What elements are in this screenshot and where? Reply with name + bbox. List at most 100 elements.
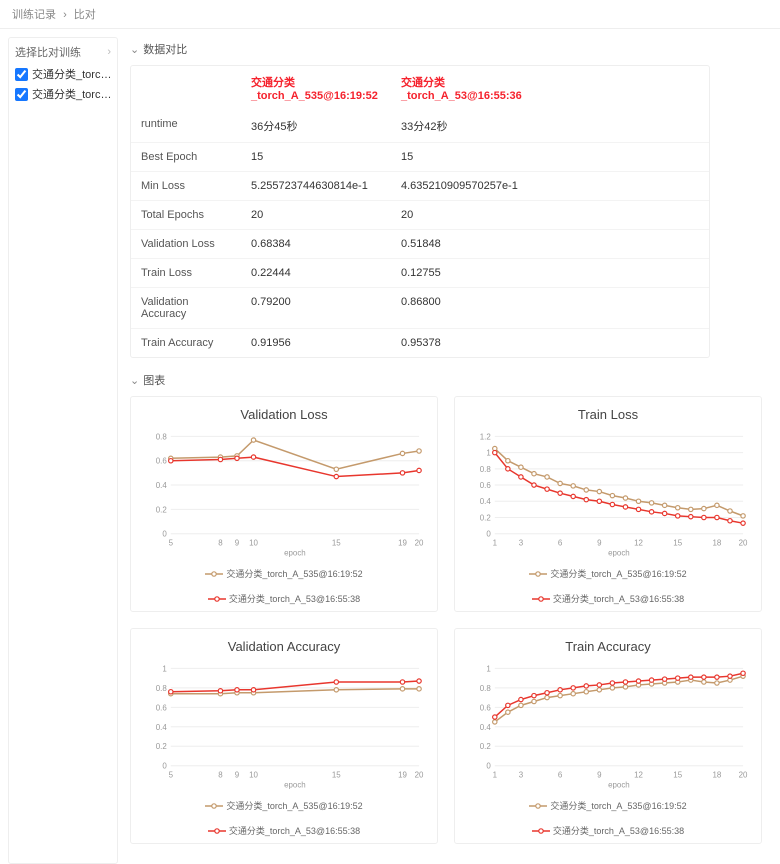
chart-card: Validation Loss00.20.40.60.858910151920e… [130, 396, 438, 612]
caret-down-icon: ⌄ [130, 374, 139, 387]
chart-svg: 00.20.40.60.81136912151820epoch [465, 660, 751, 790]
row-value-col1: 36分45秒 [241, 110, 391, 142]
table-header-row: 交通分类_torch_A_535@16:19:52 交通分类_torch_A_5… [131, 66, 709, 110]
svg-text:0.8: 0.8 [156, 432, 168, 441]
sidebar-item-label: 交通分类_torc… [32, 66, 111, 82]
row-label: Train Accuracy [131, 329, 241, 357]
sidebar-item-run1[interactable]: 交通分类_torc… [15, 66, 111, 82]
main-content: ⌄ 数据对比 交通分类_torch_A_535@16:19:52 交通分类_to… [126, 29, 780, 864]
compare-table: 交通分类_torch_A_535@16:19:52 交通分类_torch_A_5… [130, 65, 710, 358]
section-header-charts[interactable]: ⌄ 图表 [130, 372, 768, 388]
svg-text:20: 20 [739, 771, 748, 780]
svg-text:9: 9 [235, 539, 240, 548]
row-label: Min Loss [131, 172, 241, 200]
svg-text:19: 19 [398, 771, 407, 780]
svg-text:0.2: 0.2 [156, 505, 168, 514]
row-value-col2: 4.635210909570257e-1 [391, 172, 541, 200]
row-value-col2: 33分42秒 [391, 110, 541, 142]
chart-title: Validation Loss [141, 407, 427, 422]
row-label: Validation Accuracy [131, 288, 241, 328]
svg-text:15: 15 [673, 539, 682, 548]
chart-card: Train Accuracy00.20.40.60.81136912151820… [454, 628, 762, 844]
row-label: Best Epoch [131, 143, 241, 171]
svg-text:0: 0 [162, 530, 167, 539]
table-header-col1: 交通分类_torch_A_535@16:19:52 [241, 66, 391, 110]
svg-text:0.6: 0.6 [156, 457, 168, 466]
chart-title: Train Accuracy [465, 639, 751, 654]
chart-svg: 00.20.40.60.858910151920epoch [141, 428, 427, 558]
chart-legend: 交通分类_torch_A_535@16:19:52交通分类_torch_A_53… [465, 567, 751, 605]
svg-text:12: 12 [634, 771, 643, 780]
legend-item: 交通分类_torch_A_535@16:19:52 [205, 567, 362, 580]
svg-text:0.8: 0.8 [480, 465, 492, 474]
svg-text:3: 3 [519, 539, 524, 548]
sidebar-item-run2[interactable]: 交通分类_torc… [15, 86, 111, 102]
sidebar-title-text: 选择比对训练 [15, 44, 81, 60]
svg-text:10: 10 [249, 539, 258, 548]
chevron-right-icon[interactable] [107, 46, 111, 58]
row-label: Validation Loss [131, 230, 241, 258]
svg-text:18: 18 [713, 771, 722, 780]
svg-text:15: 15 [332, 539, 341, 548]
svg-text:epoch: epoch [608, 781, 630, 790]
svg-text:epoch: epoch [284, 549, 306, 558]
table-row: runtime36分45秒33分42秒 [131, 110, 709, 142]
svg-text:20: 20 [415, 539, 424, 548]
legend-item: 交通分类_torch_A_535@16:19:52 [205, 799, 362, 812]
svg-text:1.2: 1.2 [480, 432, 492, 441]
row-label: runtime [131, 110, 241, 142]
svg-text:1: 1 [486, 449, 491, 458]
row-value-col1: 5.255723744630814e-1 [241, 172, 391, 200]
svg-text:1: 1 [493, 771, 498, 780]
svg-text:1: 1 [162, 664, 167, 673]
svg-text:1: 1 [493, 539, 498, 548]
table-header-blank [131, 66, 241, 110]
table-row: Train Loss0.224440.12755 [131, 258, 709, 287]
sidebar-item-label: 交通分类_torc… [32, 86, 111, 102]
row-value-col2: 0.12755 [391, 259, 541, 287]
row-value-col2: 0.86800 [391, 288, 541, 328]
legend-item: 交通分类_torch_A_53@16:55:38 [532, 592, 684, 605]
breadcrumb-link-records[interactable]: 训练记录 [12, 9, 56, 21]
chart-legend: 交通分类_torch_A_535@16:19:52 交通分类_torch_A_53… [141, 799, 427, 837]
charts-grid: Validation Loss00.20.40.60.858910151920e… [130, 396, 768, 844]
svg-text:20: 20 [415, 771, 424, 780]
svg-text:0.2: 0.2 [480, 513, 492, 522]
row-label: Train Loss [131, 259, 241, 287]
row-value-col2: 20 [391, 201, 541, 229]
row-value-col1: 15 [241, 143, 391, 171]
svg-text:9: 9 [597, 539, 602, 548]
svg-text:epoch: epoch [284, 781, 306, 790]
legend-item: 交通分类_torch_A_53@16:55:38 [208, 824, 360, 837]
row-value-col1: 20 [241, 201, 391, 229]
svg-text:19: 19 [398, 539, 407, 548]
chart-legend: 交通分类_torch_A_535@16:19:52 交通分类_torch_A_53… [141, 567, 427, 605]
svg-text:0: 0 [486, 530, 491, 539]
svg-text:0.4: 0.4 [156, 723, 168, 732]
svg-text:3: 3 [519, 771, 524, 780]
svg-text:0: 0 [162, 762, 167, 771]
svg-text:9: 9 [235, 771, 240, 780]
breadcrumb: 训练记录 › 比对 [0, 0, 780, 29]
row-value-col1: 0.79200 [241, 288, 391, 328]
checkbox-run1[interactable] [15, 68, 28, 81]
table-row: Total Epochs2020 [131, 200, 709, 229]
svg-text:18: 18 [713, 539, 722, 548]
svg-text:6: 6 [558, 771, 563, 780]
chart-title: Train Loss [465, 407, 751, 422]
svg-text:0: 0 [486, 762, 491, 771]
row-value-col1: 0.22444 [241, 259, 391, 287]
svg-text:0.8: 0.8 [480, 684, 492, 693]
legend-item: 交通分类_torch_A_53@16:55:38 [208, 592, 360, 605]
breadcrumb-sep-icon: › [63, 9, 67, 21]
section-header-data[interactable]: ⌄ 数据对比 [130, 41, 768, 57]
row-value-col2: 0.95378 [391, 329, 541, 357]
chart-card: Validation Accuracy00.20.40.60.815891015… [130, 628, 438, 844]
sidebar: 选择比对训练 交通分类_torc… 交通分类_torc… [8, 37, 118, 864]
chart-legend: 交通分类_torch_A_535@16:19:52交通分类_torch_A_53… [465, 799, 751, 837]
svg-text:5: 5 [169, 771, 174, 780]
svg-text:epoch: epoch [608, 549, 630, 558]
checkbox-run2[interactable] [15, 88, 28, 101]
svg-text:20: 20 [739, 539, 748, 548]
svg-text:10: 10 [249, 771, 258, 780]
